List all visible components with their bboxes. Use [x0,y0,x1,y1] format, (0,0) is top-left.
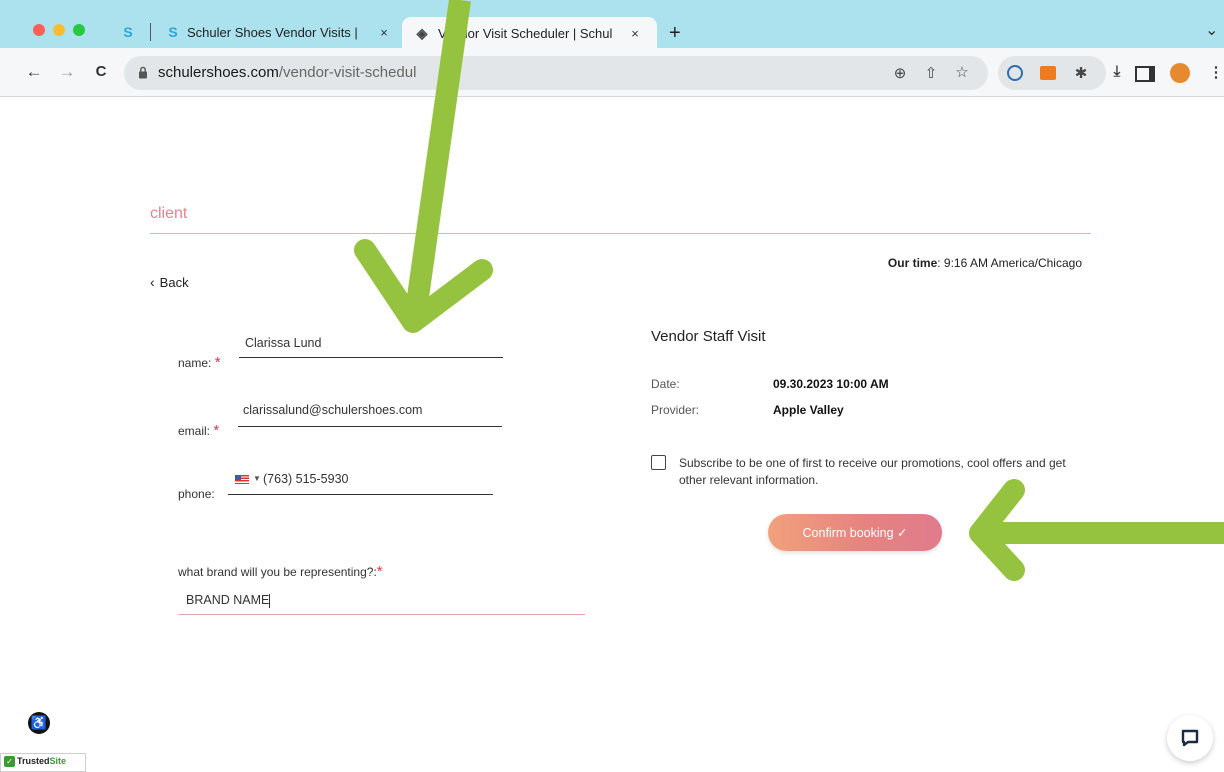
name-underline [239,357,503,358]
our-time-value: : 9:16 AM America/Chicago [937,256,1082,270]
url-domain: schulershoes.com [158,64,279,81]
reload-icon[interactable]: C [91,63,111,80]
extension-screen-recorder-icon[interactable] [1040,66,1056,80]
back-label: Back [159,275,189,290]
required-mark: * [213,422,220,439]
zoom-icon[interactable]: ⊕ [890,64,910,82]
required-mark: * [376,563,383,580]
chat-bubble-icon [1181,729,1199,746]
visit-type-title: Vendor Staff Visit [651,328,766,345]
email-input[interactable]: clarissalund@schulershoes.com [243,403,422,417]
date-value: 09.30.2023 10:00 AM [773,377,889,391]
profile-avatar[interactable] [1170,63,1190,83]
trusted-label: Trusted [17,756,50,766]
tab-title: Schuler Shoes Vendor Visits | [187,25,358,40]
text-cursor [269,593,271,608]
brand-underline [178,614,585,615]
check-icon: ✓ [4,756,15,768]
maximize-window-button[interactable] [73,24,85,36]
provider-label: Provider: [651,403,700,417]
trusted-site-suffix: Site [49,756,67,766]
header-divider [150,233,1091,234]
brand-input[interactable]: BRAND NAME [186,593,271,608]
bookmark-star-icon[interactable]: ☆ [952,63,972,81]
close-tab-icon[interactable]: × [377,25,391,40]
back-link[interactable]: ‹ Back [150,274,189,290]
subscribe-text: Subscribe to be one of first to receive … [679,456,1066,487]
left-arrow-annotation [969,479,1224,581]
forward-arrow-icon[interactable]: → [57,62,77,82]
brand-label: what brand will you be representing?:* [178,563,383,580]
client-brand-title: client [150,205,188,222]
tab-title: Vendor Visit Scheduler | Schul [438,26,613,41]
email-underline [238,426,502,427]
our-time-text: Our time: 9:16 AM America/Chicago [888,256,1082,270]
schuler-favicon-icon: S [168,24,178,40]
date-label: Date: [651,377,680,391]
name-input[interactable]: Clarissa Lund [245,336,321,350]
more-menu-icon[interactable]: ⋮ [1206,63,1224,81]
new-tab-button[interactable]: + [669,22,681,45]
extension-grammar-icon[interactable] [1007,65,1023,81]
puzzle-extensions-icon[interactable]: ✱ [1071,64,1091,82]
tab-vendor-visit-scheduler[interactable]: ◈ Vendor Visit Scheduler | Schul × [402,17,657,49]
accessibility-icon[interactable]: ♿ [28,712,50,734]
share-icon[interactable]: ⇧ [921,64,941,82]
chevron-left-icon: ‹ [150,274,155,290]
url-text: schulershoes.com/vendor-visit-schedul [158,64,416,82]
side-panel-icon[interactable] [1135,66,1155,82]
our-time-label: Our time [887,256,938,270]
chat-widget-button[interactable] [1167,715,1213,761]
download-icon[interactable]: ⤓ [1107,63,1127,80]
address-bar[interactable]: schulershoes.com/vendor-visit-schedul ⊕ … [124,56,988,90]
lock-icon [139,66,147,79]
provider-value: Apple Valley [773,403,844,417]
country-dropdown-caret-icon[interactable]: ▼ [253,474,261,483]
tab-schuler-vendor-visits[interactable]: S Schuler Shoes Vendor Visits | × [163,17,399,49]
tab-pinned-favicon-icon[interactable]: S [120,24,136,40]
url-path: /vendor-visit-schedul [278,64,417,81]
tab-search-chevron-icon[interactable]: ⌄ [1205,20,1218,40]
phone-underline [228,494,493,495]
subscribe-checkbox[interactable] [651,455,666,470]
scheduler-favicon-icon: ◈ [416,25,428,41]
required-mark: * [214,354,221,371]
email-label: email: * [178,422,220,439]
close-window-button[interactable] [33,24,45,36]
name-label: name: * [178,354,221,371]
close-tab-icon[interactable]: × [628,26,642,41]
back-arrow-icon[interactable]: ← [24,62,44,82]
annotation-arrows [354,0,1224,581]
confirm-booking-button[interactable]: Confirm booking ✓ [768,514,942,551]
phone-input[interactable]: (763) 515-5930 [263,472,348,486]
phone-label: phone: [178,487,215,501]
minimize-window-button[interactable] [53,24,65,36]
us-flag-icon[interactable] [235,475,249,484]
trusted-site-badge[interactable]: ✓ TrustedSite [0,753,86,772]
tab-separator [150,23,151,41]
